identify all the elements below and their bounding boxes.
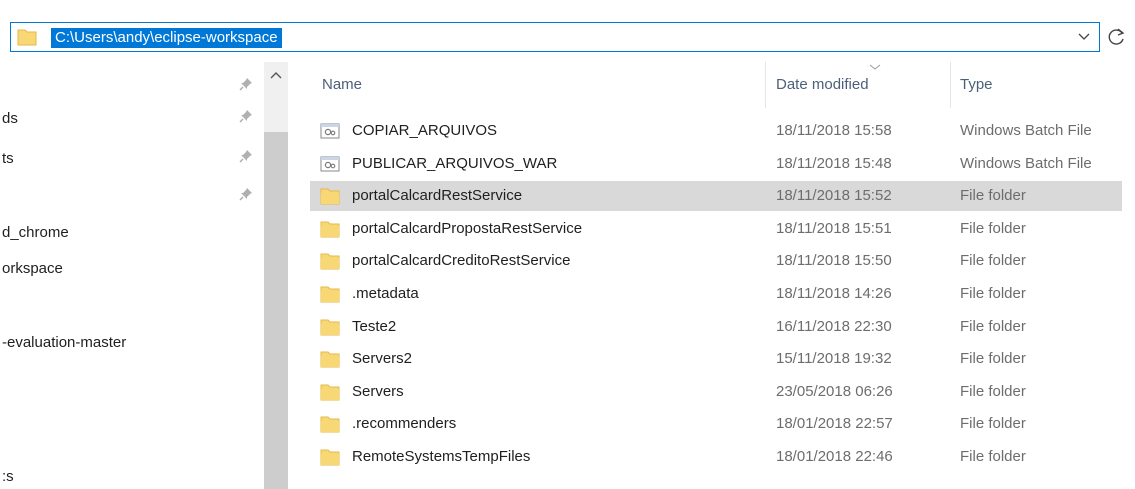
nav-scrollbar[interactable]	[264, 62, 288, 489]
folder-icon	[320, 449, 340, 466]
table-row[interactable]: .recommenders 18/01/2018 22:57 File folder	[310, 409, 1135, 439]
file-name: .recommenders	[352, 415, 457, 433]
folder-icon	[320, 384, 340, 401]
file-date: 18/11/2018 15:58	[776, 122, 892, 139]
column-header-name[interactable]: Name	[322, 76, 362, 93]
file-date: 23/05/2018 06:26	[776, 382, 893, 400]
file-type: File folder	[960, 415, 1026, 433]
file-type: Windows Batch File	[960, 122, 1092, 139]
file-type: Windows Batch File	[960, 154, 1092, 172]
column-divider[interactable]	[765, 62, 766, 108]
nav-item-1[interactable]: ds	[2, 108, 18, 130]
navigation-pane: ds ts d_chrome orkspace -evaluation-mast…	[0, 62, 288, 489]
table-row[interactable]: COPIAR_ARQUIVOS 18/11/2018 15:58 Windows B…	[310, 116, 1135, 146]
file-type: File folder	[960, 252, 1026, 270]
nav-item-4[interactable]: d_chrome	[2, 222, 69, 244]
table-row[interactable]: portalCalcardRestService 18/11/2018 15:52…	[310, 181, 1122, 212]
file-date: 15/11/2018 19:32	[776, 350, 892, 368]
file-date: 18/11/2018 15:51	[776, 219, 892, 237]
file-list: Name Date modified Type COPIAR_ARQUIVOS 1…	[288, 62, 1135, 489]
nav-item-6[interactable]: -evaluation-master	[2, 332, 126, 354]
sort-chevron-icon	[869, 64, 881, 70]
folder-icon	[320, 221, 340, 238]
nav-item-5[interactable]: orkspace	[2, 258, 63, 280]
file-name: .metadata	[352, 285, 419, 302]
table-row[interactable]: RemoteSystemsTempFiles 18/01/2018 22:46 Fi…	[310, 442, 1135, 472]
address-path[interactable]: C:\Users\andy\eclipse-workspace	[51, 28, 282, 48]
file-type: File folder	[960, 219, 1026, 237]
file-date: 18/01/2018 22:46	[776, 448, 893, 465]
folder-icon	[320, 319, 340, 336]
file-date: 16/11/2018 22:30	[776, 317, 892, 335]
file-date: 18/11/2018 15:48	[776, 154, 892, 172]
file-name: PUBLICAR_ARQUIVOS_WAR	[352, 154, 558, 172]
file-name: portalCalcardCreditoRestService	[352, 252, 571, 270]
file-name: Servers	[352, 382, 404, 400]
file-name: Servers2	[352, 350, 413, 368]
file-date: 18/11/2018 15:50	[776, 252, 892, 270]
folder-icon	[320, 253, 340, 270]
batch-file-icon	[320, 156, 340, 172]
column-header-date[interactable]: Date modified	[776, 76, 869, 93]
folder-icon	[17, 29, 37, 46]
file-name: portalCalcardRestService	[352, 187, 523, 205]
file-name: RemoteSystemsTempFiles	[352, 448, 531, 465]
table-row[interactable]: Servers 23/05/2018 06:26 File folder	[310, 377, 1135, 407]
pin-icon[interactable]	[238, 148, 254, 164]
batch-file-icon	[320, 123, 340, 139]
folder-icon	[320, 188, 340, 205]
table-row[interactable]: .metadata 18/11/2018 14:26 File folder	[310, 279, 1135, 309]
chevron-up-icon[interactable]	[269, 70, 283, 80]
file-date: 18/11/2018 14:26	[776, 285, 892, 302]
table-row[interactable]: Servers2 15/11/2018 19:32 File folder	[310, 344, 1135, 374]
window-top-edge	[0, 0, 1135, 12]
file-type: File folder	[960, 317, 1026, 335]
file-date: 18/11/2018 15:52	[776, 187, 892, 205]
table-row[interactable]: portalCalcardPropostaRestService 18/11/20…	[310, 214, 1135, 244]
pin-icon[interactable]	[238, 76, 254, 92]
file-name: Teste2	[352, 317, 397, 335]
folder-icon	[320, 416, 340, 433]
refresh-icon[interactable]	[1104, 24, 1130, 50]
table-row[interactable]: Teste2 16/11/2018 22:30 File folder	[310, 312, 1135, 342]
file-type: File folder	[960, 350, 1026, 368]
file-name: portalCalcardPropostaRestService	[352, 219, 583, 237]
address-bar[interactable]: C:\Users\andy\eclipse-workspace	[10, 22, 1100, 52]
chevron-down-icon[interactable]	[1077, 29, 1091, 43]
pin-icon[interactable]	[238, 108, 254, 124]
file-date: 18/01/2018 22:57	[776, 415, 893, 433]
file-type: File folder	[960, 285, 1026, 302]
pin-icon[interactable]	[238, 186, 254, 202]
table-row[interactable]: portalCalcardCreditoRestService 18/11/201…	[310, 246, 1135, 276]
folder-icon	[320, 286, 340, 303]
file-type: File folder	[960, 187, 1026, 205]
nav-item-7[interactable]: :s	[2, 466, 14, 488]
scrollbar-thumb[interactable]	[264, 132, 288, 489]
file-type: File folder	[960, 448, 1026, 465]
column-header-type[interactable]: Type	[960, 76, 993, 93]
folder-icon	[320, 351, 340, 368]
file-type: File folder	[960, 382, 1026, 400]
table-row[interactable]: PUBLICAR_ARQUIVOS_WAR 18/11/2018 15:48 Win…	[310, 149, 1135, 179]
column-divider[interactable]	[950, 62, 951, 108]
nav-item-2[interactable]: ts	[2, 148, 14, 170]
file-name: COPIAR_ARQUIVOS	[352, 122, 498, 139]
